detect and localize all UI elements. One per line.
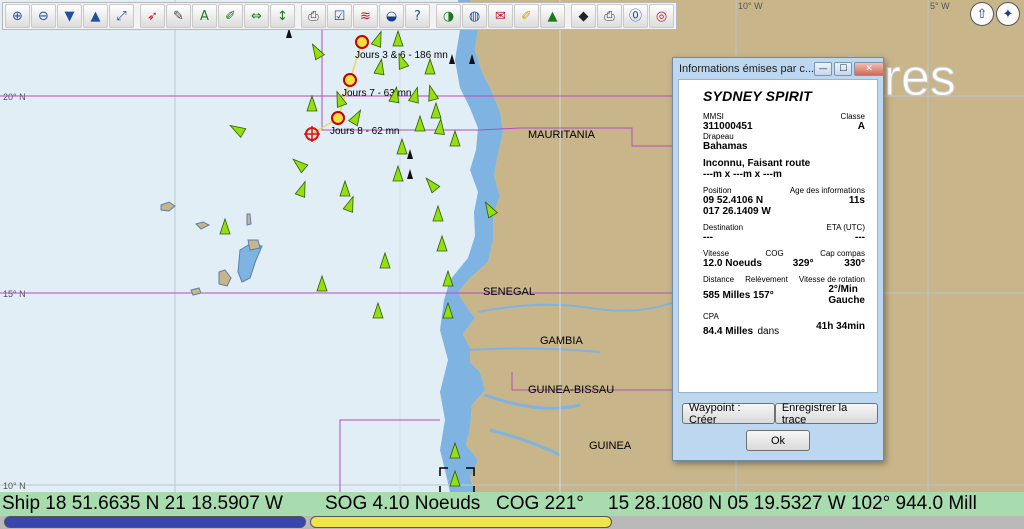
svg-text:Jours 8 - 62 mn: Jours 8 - 62 mn <box>330 126 399 137</box>
svg-text:5° W: 5° W <box>930 1 950 11</box>
cog-status: COG 221° <box>496 493 584 514</box>
lifebuoy-icon[interactable]: ◎ <box>649 4 674 28</box>
dialog-titlebar[interactable]: Informations émises par c... — ☐ ✕ <box>678 58 885 79</box>
gps-status-icon[interactable]: ✦ <box>996 2 1020 26</box>
svg-text:Jours 7 - 63 mn: Jours 7 - 63 mn <box>342 88 411 99</box>
record-track-button[interactable]: Enregistrer la trace <box>774 402 878 426</box>
cog-label: COG <box>765 249 784 258</box>
eta-label: ETA (UTC) <box>826 223 865 232</box>
measure-icon[interactable]: ✐ <box>514 4 539 28</box>
class-label: Classe <box>840 112 865 121</box>
cursor-position-status: 15 28.1080 N 05 19.5327 W 102° 944.0 Mil… <box>608 493 977 514</box>
mob-icon[interactable]: ✉ <box>488 4 513 28</box>
currents-icon[interactable]: ↕ <box>270 4 295 28</box>
ais-icon[interactable]: ▲ <box>540 4 565 28</box>
class-value: A <box>857 121 865 132</box>
dashboard-icon[interactable]: ◆ <box>571 4 596 28</box>
route-manager-icon[interactable]: ☑ <box>327 4 352 28</box>
yellow-bar <box>310 516 612 528</box>
sog-status: SOG 4.10 Noeuds <box>325 493 481 514</box>
route-icon[interactable]: ⤢ <box>109 4 134 28</box>
close-button[interactable]: ✕ <box>854 61 885 76</box>
settings-icon[interactable]: ✎ <box>166 4 191 28</box>
age-value: 11s <box>848 195 865 206</box>
create-waypoint-button[interactable]: Waypoint : Créer <box>682 402 775 426</box>
rot-label: Vitesse de rotation <box>798 275 865 284</box>
ok-button[interactable]: Ok <box>746 430 810 451</box>
minimize-button[interactable]: — <box>814 61 833 76</box>
progress-bars <box>0 516 1024 529</box>
svg-text:20° N: 20° N <box>3 92 26 102</box>
latitude-value: 09 52.4106 N <box>703 195 764 206</box>
zoom-out-icon[interactable]: ⊖ <box>31 4 56 28</box>
heading-label: Cap compas <box>820 249 865 258</box>
bearing-label: Relèvement <box>745 275 788 284</box>
main-toolbar: ⊕ ⊖ ▼ ▲ ⤢ ➶ ✎ A ✐ ⇔ ↕ ⎙ ☑ ≋ ◒? ◑ ◍ ✉ ✐ ▲ ◆ ⎙ ⓪ ◎ <box>2 2 677 30</box>
day-night-icon[interactable]: ◒ <box>379 4 404 28</box>
country-mauritania: MAURITANIA <box>528 129 596 141</box>
distance-label: Distance <box>703 275 735 284</box>
dialog-body: SYDNEY SPIRIT MMSI Classe 311000451 A Dr… <box>678 79 878 393</box>
dimensions: ---m x ---m x ---m <box>703 169 782 180</box>
north-up-icon[interactable]: ⇧ <box>970 2 994 26</box>
svg-text:10° N: 10° N <box>3 481 26 491</box>
ship-name: SYDNEY SPIRIT <box>703 88 812 104</box>
speed-value: 12.0 Noeuds <box>703 258 762 269</box>
speed-label: Vitesse <box>703 249 730 258</box>
cog-value: 329° <box>792 258 814 269</box>
instrument-icon[interactable]: ⓪ <box>623 4 648 28</box>
mmsi-value: 311000451 <box>703 121 753 132</box>
print-icon[interactable]: ⎙ <box>301 4 326 28</box>
text-icon[interactable]: A <box>192 4 217 28</box>
cpa-time: 41h 34min <box>816 321 865 332</box>
layers-icon[interactable]: ◑ <box>436 4 461 28</box>
svg-text:15° N: 15° N <box>3 289 26 299</box>
printer-icon[interactable]: ⎙ <box>597 4 622 28</box>
position-label: Position <box>703 186 732 195</box>
cpa-in-label: dans <box>757 326 780 337</box>
cpa-distance: 84.4 Milles <box>703 326 754 337</box>
status-bar: Ship 18 51.6635 N 21 18.5907 W SOG 4.10 … <box>0 492 1024 516</box>
dialog-title: Informations émises par c... <box>679 62 815 75</box>
tides-icon[interactable]: ⇔ <box>244 4 269 28</box>
compass-widget: ⇧ ✦ <box>970 2 1020 26</box>
scale-in-icon[interactable]: ▼ <box>57 4 82 28</box>
flag-value: Bahamas <box>703 141 748 152</box>
blue-bar <box>4 516 306 528</box>
eta-value: --- <box>855 232 865 243</box>
help-icon[interactable]: ? <box>405 4 430 28</box>
svg-text:10° W: 10° W <box>738 1 763 11</box>
rot-direction: Gauche <box>828 295 865 306</box>
mmsi-label: MMSI <box>703 112 724 121</box>
destination-value: --- <box>703 232 713 243</box>
rot-value: 2°/Min <box>828 284 858 295</box>
maximize-button[interactable]: ☐ <box>834 61 853 76</box>
flag-label: Drapeau <box>703 132 734 141</box>
age-label: Age des informations <box>789 186 865 195</box>
ship-position-status: Ship 18 51.6635 N 21 18.5907 W <box>2 493 283 514</box>
country-guinea-bissau: GUINEA-BISSAU <box>528 384 614 396</box>
distance-bearing-value: 585 Milles 157° <box>703 290 774 301</box>
country-gambia: GAMBIA <box>540 335 583 347</box>
globe-icon[interactable]: ◍ <box>462 4 487 28</box>
heading-value: 330° <box>844 258 865 269</box>
track-icon[interactable]: ≋ <box>353 4 378 28</box>
draw-icon[interactable]: ✐ <box>218 4 243 28</box>
follow-ship-icon[interactable]: ➶ <box>140 4 165 28</box>
cpa-label: CPA <box>703 312 719 321</box>
scale-out-icon[interactable]: ▲ <box>83 4 108 28</box>
nav-status: Inconnu, Faisant route <box>703 158 811 169</box>
country-guinea: GUINEA <box>589 440 632 452</box>
destination-label: Destination <box>703 223 744 232</box>
longitude-value: 017 26.1409 W <box>703 206 771 217</box>
country-senegal: SENEGAL <box>483 286 535 298</box>
ais-target-dialog: Informations émises par c... — ☐ ✕ SYDNE… <box>672 57 885 461</box>
zoom-in-icon[interactable]: ⊕ <box>5 4 30 28</box>
